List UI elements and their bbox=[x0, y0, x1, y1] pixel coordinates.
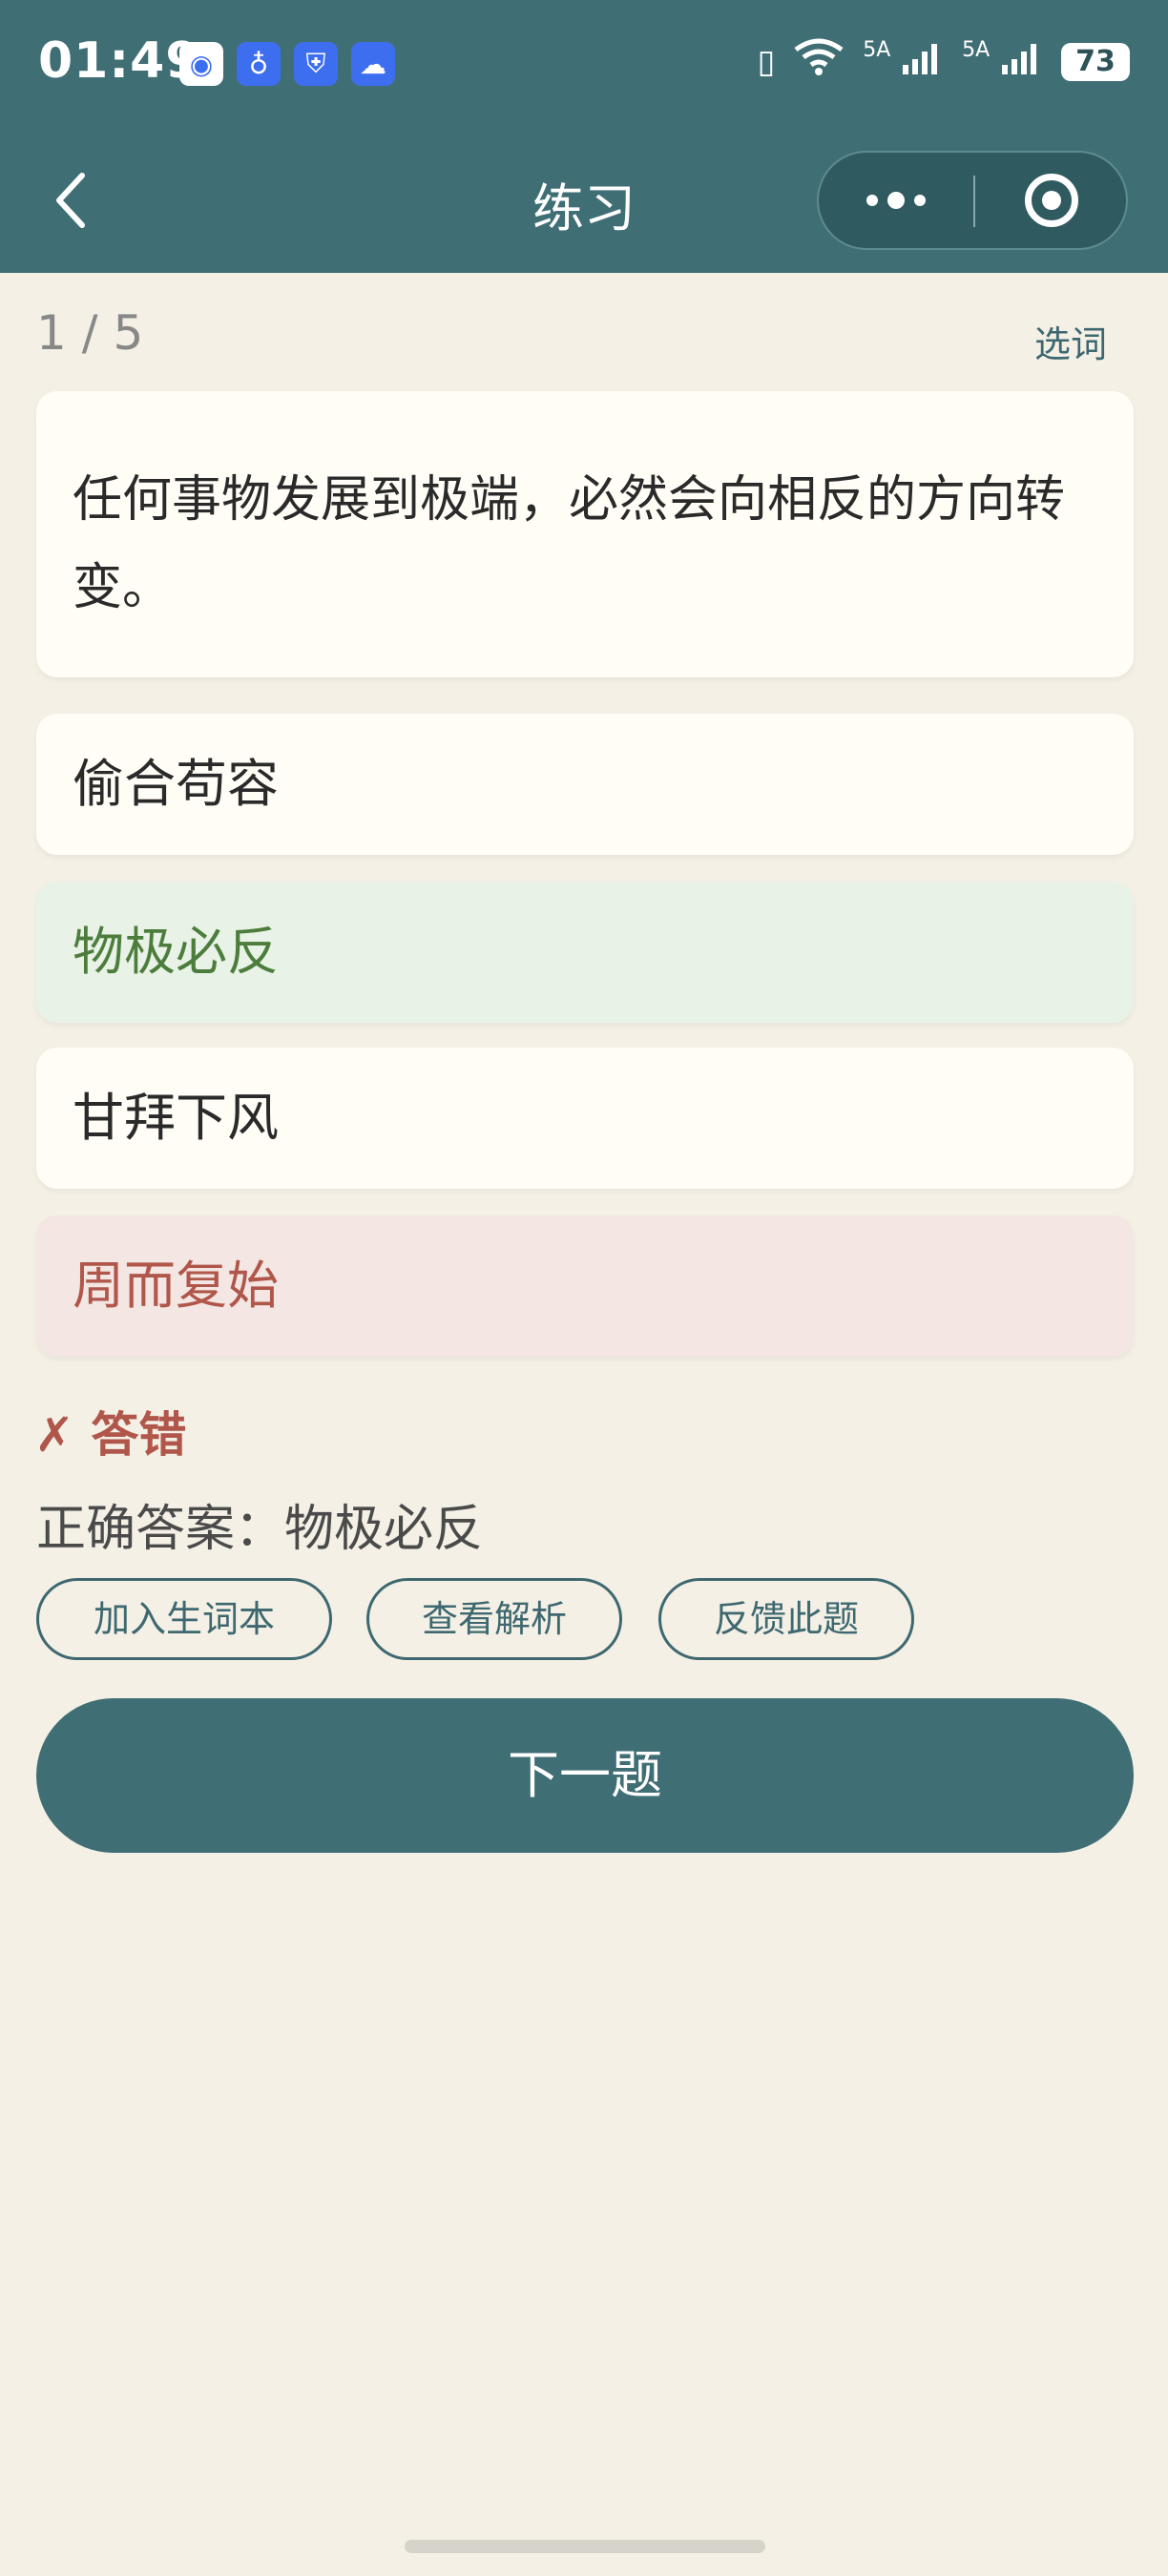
bulb-icon: ♁ bbox=[237, 42, 281, 86]
feedback-button[interactable]: 反馈此题 bbox=[658, 1578, 914, 1660]
cross-icon: ✗ bbox=[34, 1407, 74, 1463]
cloud-icon: ☁ bbox=[351, 42, 395, 86]
question-progress: 1 / 5 bbox=[36, 305, 144, 361]
next-question-button[interactable]: 下一题 bbox=[36, 1698, 1134, 1853]
home-indicator[interactable] bbox=[405, 2540, 765, 2553]
top-bar: 01:49 ◉ ♁ ⛨ ☁ ▯ 5A 5A 73 练习 bbox=[0, 0, 1168, 273]
signal-icon-2: 5A bbox=[962, 38, 1044, 85]
more-dots-icon bbox=[866, 192, 926, 209]
shield-icon: ⛨ bbox=[294, 42, 338, 86]
mini-program-capsule bbox=[817, 151, 1128, 250]
status-time: 01:49 bbox=[38, 32, 201, 90]
option-2-correct[interactable]: 物极必反 bbox=[36, 882, 1134, 1023]
option-3[interactable]: 甘拜下风 bbox=[36, 1048, 1134, 1189]
option-1[interactable]: 偷合苟容 bbox=[36, 714, 1134, 855]
wifi-icon bbox=[792, 38, 845, 85]
nav-bar: 练习 bbox=[0, 134, 1168, 273]
result-text: 答错 bbox=[91, 1407, 187, 1463]
battery-indicator: 73 bbox=[1061, 42, 1130, 81]
option-4-wrong[interactable]: 周而复始 bbox=[36, 1215, 1134, 1357]
network-type-label-2: 5A bbox=[962, 38, 991, 62]
signal-icon: 5A bbox=[863, 38, 945, 85]
add-vocab-button[interactable]: 加入生词本 bbox=[36, 1578, 332, 1660]
close-button[interactable] bbox=[975, 153, 1128, 248]
result-status: ✗ 答错 bbox=[34, 1397, 186, 1465]
vibrate-icon: ▯ bbox=[757, 42, 776, 81]
status-app-icons: ◉ ♁ ⛨ ☁ bbox=[179, 42, 395, 86]
target-icon bbox=[1025, 174, 1078, 227]
network-type-label: 5A bbox=[863, 38, 891, 62]
question-card: 任何事物发展到极端，必然会向相反的方向转变。 bbox=[36, 391, 1134, 677]
status-right-group: ▯ 5A 5A 73 bbox=[758, 38, 1130, 85]
select-word-button[interactable]: 选词 bbox=[1034, 315, 1107, 367]
correct-answer-text: 正确答案：物极必反 bbox=[36, 1501, 484, 1558]
view-analysis-button[interactable]: 查看解析 bbox=[366, 1578, 622, 1660]
browser-icon: ◉ bbox=[179, 42, 223, 86]
status-bar: 01:49 ◉ ♁ ⛨ ☁ ▯ 5A 5A 73 bbox=[0, 0, 1168, 134]
more-button[interactable] bbox=[819, 153, 973, 248]
